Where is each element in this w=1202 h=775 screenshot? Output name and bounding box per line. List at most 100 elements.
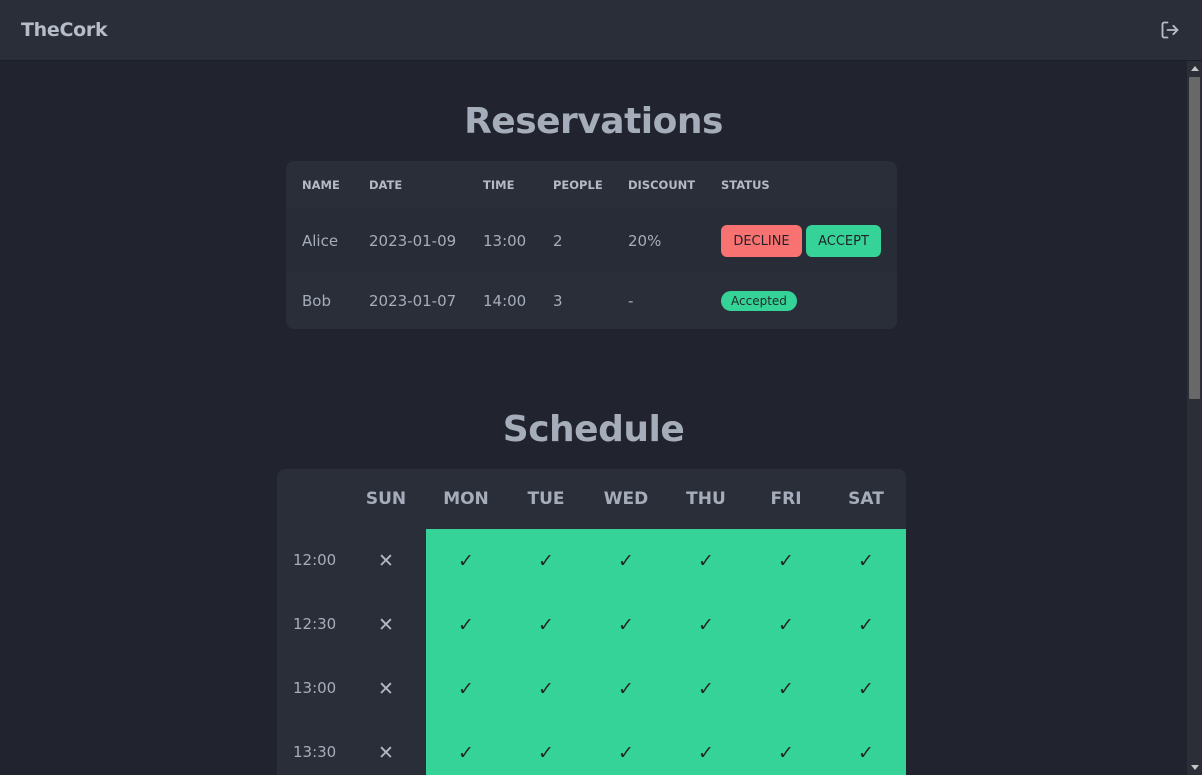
reservation-name: Bob — [302, 292, 331, 310]
logout-button[interactable] — [1158, 18, 1182, 42]
available-cell[interactable]: ✓ — [746, 721, 826, 775]
reservation-people: 2 — [553, 232, 563, 250]
time-slot-label: 13:00 — [293, 679, 337, 697]
column-header-date: DATE — [369, 178, 403, 192]
day-header-mon: MON — [443, 489, 489, 509]
schedule-title: Schedule — [502, 409, 685, 450]
vertical-scrollbar[interactable] — [1187, 61, 1202, 775]
scroll-up-button[interactable] — [1187, 61, 1202, 76]
day-header-wed: WED — [603, 489, 649, 509]
check-icon: ✓ — [858, 614, 874, 636]
column-header-people: PEOPLE — [553, 178, 603, 192]
available-cell[interactable]: ✓ — [666, 721, 746, 775]
check-icon: ✓ — [618, 678, 634, 700]
x-icon: ✕ — [378, 550, 394, 572]
schedule-row: 12:00 ✕ ✓ ✓ ✓ ✓ ✓ ✓ — [277, 529, 906, 593]
unavailable-cell[interactable]: ✕ — [346, 721, 426, 775]
reservation-time: 13:00 — [483, 232, 527, 250]
check-icon: ✓ — [778, 678, 794, 700]
check-icon: ✓ — [458, 678, 474, 700]
check-icon: ✓ — [618, 550, 634, 572]
decline-button[interactable]: DECLINE — [721, 225, 802, 257]
table-row: Alice 2023-01-09 13:00 2 20% DECLINE ACC… — [286, 209, 897, 273]
available-cell[interactable]: ✓ — [426, 529, 506, 593]
check-icon: ✓ — [538, 742, 554, 764]
day-header-sat: SAT — [848, 489, 884, 509]
schedule-row: 12:30 ✕ ✓ ✓ ✓ ✓ ✓ ✓ — [277, 593, 906, 657]
reservation-name: Alice — [302, 232, 339, 250]
day-header-thu: THU — [686, 489, 726, 509]
check-icon: ✓ — [698, 614, 714, 636]
schedule-row: 13:30 ✕ ✓ ✓ ✓ ✓ ✓ ✓ — [277, 721, 906, 775]
time-slot-label: 12:30 — [293, 615, 337, 633]
x-icon: ✕ — [378, 678, 394, 700]
check-icon: ✓ — [458, 550, 474, 572]
check-icon: ✓ — [538, 550, 554, 572]
check-icon: ✓ — [698, 742, 714, 764]
available-cell[interactable]: ✓ — [826, 721, 906, 775]
available-cell[interactable]: ✓ — [426, 721, 506, 775]
day-header-sun: SUN — [365, 489, 407, 509]
navbar: TheCork — [0, 0, 1202, 61]
time-slot-label: 13:30 — [293, 743, 337, 761]
available-cell[interactable]: ✓ — [506, 721, 586, 775]
schedule-row: 13:00 ✕ ✓ ✓ ✓ ✓ ✓ ✓ — [277, 657, 906, 721]
day-header-fri: FRI — [770, 489, 802, 509]
available-cell[interactable]: ✓ — [746, 657, 826, 721]
available-cell[interactable]: ✓ — [746, 593, 826, 657]
column-header-time: TIME — [483, 178, 515, 192]
available-cell[interactable]: ✓ — [826, 657, 906, 721]
scroll-thumb[interactable] — [1189, 77, 1200, 399]
available-cell[interactable]: ✓ — [666, 657, 746, 721]
available-cell[interactable]: ✓ — [586, 529, 666, 593]
check-icon: ✓ — [618, 614, 634, 636]
check-icon: ✓ — [778, 614, 794, 636]
reservation-date: 2023-01-07 — [369, 292, 457, 310]
available-cell[interactable]: ✓ — [826, 529, 906, 593]
available-cell[interactable]: ✓ — [506, 529, 586, 593]
available-cell[interactable]: ✓ — [426, 657, 506, 721]
day-header-tue: TUE — [527, 489, 565, 509]
x-icon: ✕ — [378, 614, 394, 636]
accept-button[interactable]: ACCEPT — [806, 225, 881, 257]
check-icon: ✓ — [458, 614, 474, 636]
reservation-discount: 20% — [628, 232, 662, 250]
available-cell[interactable]: ✓ — [506, 657, 586, 721]
available-cell[interactable]: ✓ — [826, 593, 906, 657]
reservation-people: 3 — [553, 292, 563, 310]
reservations-title: Reservations — [464, 101, 723, 142]
check-icon: ✓ — [858, 550, 874, 572]
available-cell[interactable]: ✓ — [666, 593, 746, 657]
available-cell[interactable]: ✓ — [426, 593, 506, 657]
logout-icon — [1161, 21, 1179, 39]
unavailable-cell[interactable]: ✕ — [346, 657, 426, 721]
brand-logo[interactable]: TheCork — [21, 19, 108, 41]
column-header-name: NAME — [302, 178, 340, 192]
check-icon: ✓ — [538, 614, 554, 636]
schedule-header-row: SUN MON TUE WED THU FRI SAT — [277, 469, 906, 529]
unavailable-cell[interactable]: ✕ — [346, 593, 426, 657]
schedule-grid: SUN MON TUE WED THU FRI SAT 12:00 ✕ ✓ ✓ ✓ ✓ ✓ ✓ 12:30 ✕… — [277, 469, 906, 775]
reservations-table: NAME DATE TIME PEOPLE DISCOUNT STATUS Al… — [286, 161, 897, 329]
unavailable-cell[interactable]: ✕ — [346, 529, 426, 593]
check-icon: ✓ — [858, 742, 874, 764]
available-cell[interactable]: ✓ — [746, 529, 826, 593]
available-cell[interactable]: ✓ — [586, 721, 666, 775]
scroll-down-button[interactable] — [1187, 760, 1202, 775]
check-icon: ✓ — [698, 550, 714, 572]
column-header-discount: DISCOUNT — [628, 178, 696, 192]
available-cell[interactable]: ✓ — [586, 593, 666, 657]
time-slot-label: 12:00 — [293, 551, 337, 569]
column-header-status: STATUS — [721, 178, 770, 192]
x-icon: ✕ — [378, 742, 394, 764]
check-icon: ✓ — [618, 742, 634, 764]
reservation-time: 14:00 — [483, 292, 527, 310]
reservation-date: 2023-01-09 — [369, 232, 457, 250]
check-icon: ✓ — [698, 678, 714, 700]
arrow-down-icon — [1190, 765, 1199, 770]
status-badge: Accepted — [721, 291, 797, 311]
available-cell[interactable]: ✓ — [586, 657, 666, 721]
available-cell[interactable]: ✓ — [506, 593, 586, 657]
reservation-discount: - — [628, 292, 634, 310]
available-cell[interactable]: ✓ — [666, 529, 746, 593]
